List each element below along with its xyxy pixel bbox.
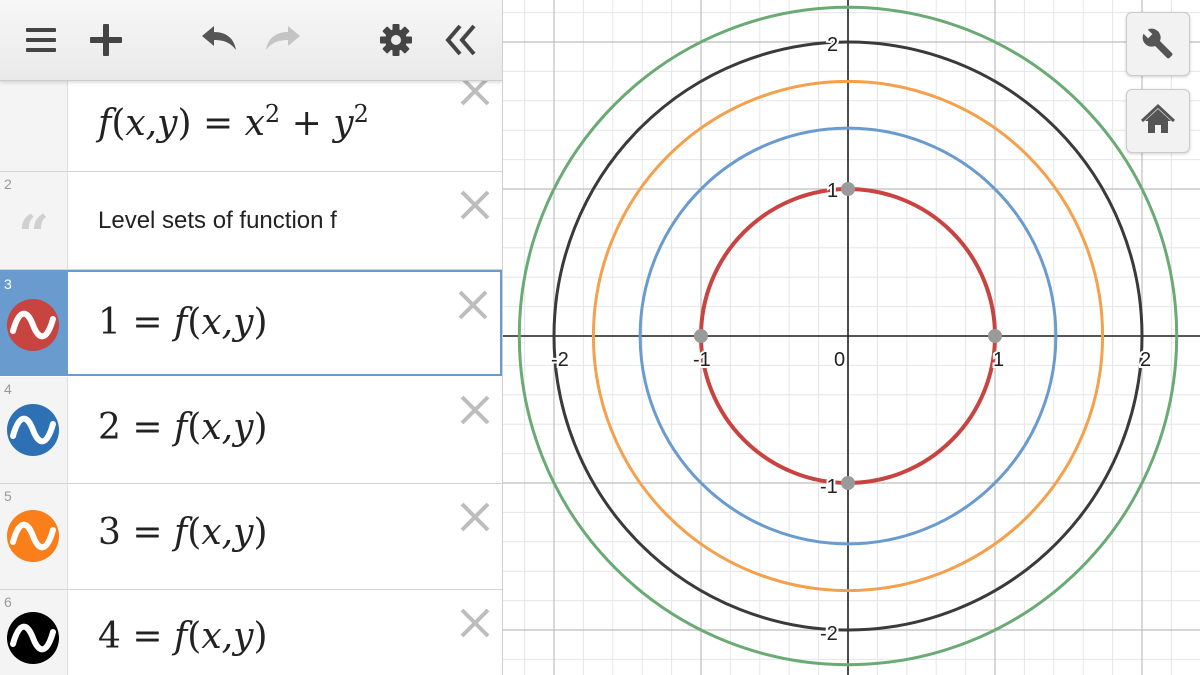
delete-expression-icon[interactable] — [456, 288, 490, 322]
expression-index: 3 — [4, 276, 12, 292]
toolbar — [0, 0, 502, 81]
intercept-point[interactable] — [841, 182, 855, 196]
color-swatch-icon[interactable] — [7, 612, 59, 664]
exponent: 2 — [264, 100, 281, 128]
graph-paper[interactable]: -2 -1 0 1 2 2 1 -1 -2 — [503, 0, 1200, 675]
expression-gutter: 2 “ — [0, 172, 68, 269]
equals-sign: = — [120, 302, 174, 343]
graph-canvas[interactable]: -2 -1 0 1 2 2 1 -1 -2 — [503, 0, 1200, 675]
color-swatch-icon[interactable] — [7, 510, 59, 562]
add-icon[interactable] — [84, 18, 128, 62]
level-value: 3 — [98, 512, 121, 553]
expression-row-level-1[interactable]: 3 1 = f(x,y) — [0, 270, 502, 376]
y-tick-label: -1 — [820, 476, 838, 498]
level-equation[interactable]: 1 = f(x,y) — [98, 302, 267, 343]
function-name: f — [98, 103, 112, 144]
expression-gutter: 5 — [0, 484, 68, 589]
expression-index: 4 — [4, 381, 12, 397]
expression-row-level-2[interactable]: 4 2 = f(x,y) — [0, 377, 502, 484]
function-name: f — [173, 616, 188, 657]
level-equation[interactable]: 4 = f(x,y) — [98, 616, 267, 657]
close-paren: ) — [253, 302, 268, 343]
delete-expression-icon[interactable] — [458, 500, 492, 534]
expression-row-note[interactable]: 2 “ Level sets of function f — [0, 172, 502, 270]
close-paren: ) — [177, 103, 192, 144]
undo-icon[interactable] — [196, 18, 240, 62]
intercept-point[interactable] — [841, 476, 855, 490]
var-y: y — [333, 103, 354, 144]
wrench-icon[interactable] — [1126, 12, 1190, 76]
function-args: x,y — [201, 512, 254, 553]
x-tick-label: 0 — [834, 349, 845, 371]
expression-panel: f(x,y) = x2 + y2 2 “ Level sets of funct… — [0, 0, 503, 675]
expression-row-definition[interactable]: f(x,y) = x2 + y2 — [0, 76, 502, 172]
open-paren: ( — [187, 407, 202, 448]
x-tick-label: 2 — [1140, 349, 1151, 371]
delete-expression-icon[interactable] — [458, 393, 492, 427]
plus-sign: + — [280, 103, 334, 144]
expression-gutter — [0, 80, 68, 171]
expression-index: 5 — [4, 488, 12, 504]
level-equation[interactable]: 3 = f(x,y) — [98, 512, 267, 553]
expression-index: 6 — [4, 594, 12, 610]
equals-sign: = — [191, 103, 245, 144]
level-value: 4 — [98, 616, 121, 657]
note-quote-icon: “ — [18, 203, 50, 267]
settings-icon[interactable] — [374, 18, 418, 62]
expression-row-level-3[interactable]: 5 3 = f(x,y) — [0, 484, 502, 590]
equals-sign: = — [120, 616, 174, 657]
exponent: 2 — [353, 100, 369, 128]
var-x: x — [244, 103, 265, 144]
y-tick-label: -2 — [820, 623, 838, 645]
equals-sign: = — [120, 512, 174, 553]
level-value: 1 — [98, 302, 121, 343]
y-tick-label: 2 — [827, 34, 838, 56]
equals-sign: = — [120, 407, 174, 448]
x-tick-label: -1 — [693, 349, 711, 371]
delete-expression-icon[interactable] — [458, 606, 492, 640]
function-args: x,y — [201, 616, 254, 657]
function-args: x,y — [125, 103, 178, 144]
function-name: f — [173, 302, 188, 343]
close-paren: ) — [253, 512, 268, 553]
menu-icon[interactable] — [20, 18, 64, 62]
color-swatch-icon[interactable] — [7, 404, 59, 456]
function-name: f — [173, 512, 188, 553]
open-paren: ( — [187, 616, 202, 657]
function-name: f — [173, 407, 188, 448]
expression-index: 2 — [4, 176, 12, 192]
expression-gutter: 3 — [0, 272, 68, 374]
x-tick-label: -2 — [551, 349, 569, 371]
function-args: x,y — [201, 302, 254, 343]
intercept-point[interactable] — [988, 329, 1002, 343]
expression-gutter: 4 — [0, 377, 68, 483]
home-icon[interactable] — [1126, 89, 1190, 153]
open-paren: ( — [187, 302, 202, 343]
minor-gridlines — [503, 0, 1200, 675]
open-paren: ( — [187, 512, 202, 553]
open-paren: ( — [111, 103, 126, 144]
delete-expression-icon[interactable] — [458, 188, 492, 222]
function-definition[interactable]: f(x,y) = x2 + y2 — [98, 100, 369, 144]
color-swatch-icon[interactable] — [7, 299, 59, 351]
y-tick-label: 1 — [827, 180, 838, 202]
note-text[interactable]: Level sets of function f — [98, 207, 337, 235]
level-value: 2 — [98, 407, 121, 448]
close-paren: ) — [253, 616, 268, 657]
collapse-panel-icon[interactable] — [440, 18, 484, 62]
close-paren: ) — [253, 407, 268, 448]
intercept-point[interactable] — [694, 329, 708, 343]
level-equation[interactable]: 2 = f(x,y) — [98, 407, 267, 448]
function-args: x,y — [201, 407, 254, 448]
x-tick-label: 1 — [993, 349, 1004, 371]
expression-row-level-4[interactable]: 6 4 = f(x,y) — [0, 590, 502, 675]
redo-icon[interactable] — [262, 18, 306, 62]
expression-gutter: 6 — [0, 590, 68, 675]
